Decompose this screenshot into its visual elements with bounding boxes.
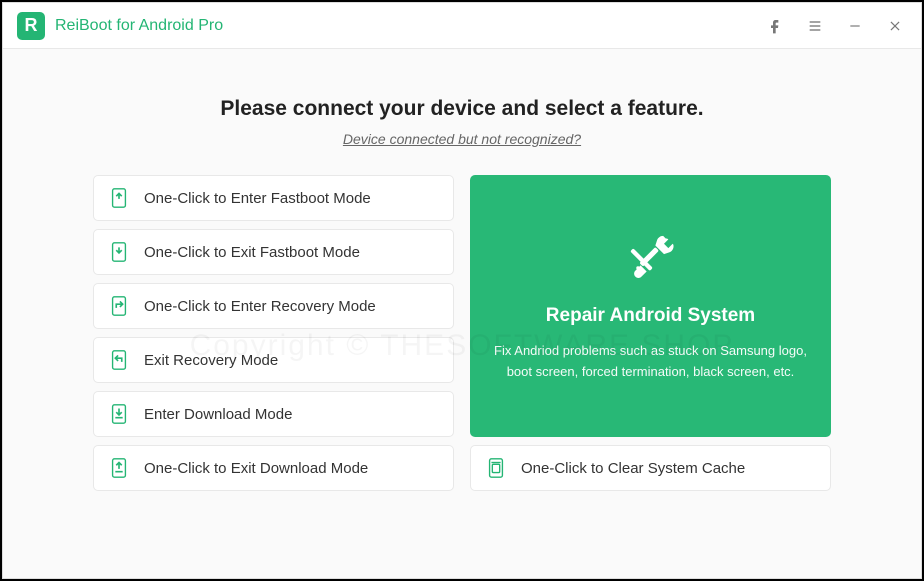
tools-icon [625, 229, 677, 281]
repair-system-card[interactable]: Repair Android System Fix Andriod proble… [470, 175, 831, 437]
button-label: One-Click to Clear System Cache [521, 460, 745, 477]
right-column: Repair Android System Fix Andriod proble… [470, 175, 831, 491]
exit-download-icon [108, 457, 130, 479]
exit-fastboot-icon [108, 241, 130, 263]
button-label: Enter Download Mode [144, 406, 292, 423]
button-label: One-Click to Enter Fastboot Mode [144, 190, 371, 207]
menu-button[interactable] [797, 8, 833, 44]
main-content: Copyright © THESOFTWARE.SHOP Please conn… [3, 49, 921, 578]
facebook-button[interactable] [757, 8, 793, 44]
exit-download-button[interactable]: One-Click to Exit Download Mode [93, 445, 454, 491]
menu-icon [807, 18, 823, 34]
feature-grid: One-Click to Enter Fastboot Mode One-Cli… [93, 175, 831, 491]
titlebar: R ReiBoot for Android Pro [3, 3, 921, 49]
button-label: One-Click to Exit Download Mode [144, 460, 368, 477]
page-heading: Please connect your device and select a … [220, 97, 703, 121]
enter-fastboot-icon [108, 187, 130, 209]
close-icon [888, 19, 902, 33]
facebook-icon [767, 18, 783, 34]
enter-download-button[interactable]: Enter Download Mode [93, 391, 454, 437]
clear-cache-icon [485, 457, 507, 479]
button-label: One-Click to Exit Fastboot Mode [144, 244, 360, 261]
app-title: ReiBoot for Android Pro [55, 17, 223, 35]
enter-recovery-button[interactable]: One-Click to Enter Recovery Mode [93, 283, 454, 329]
enter-download-icon [108, 403, 130, 425]
exit-recovery-icon [108, 349, 130, 371]
titlebar-right [757, 8, 913, 44]
repair-description: Fix Andriod problems such as stuck on Sa… [494, 341, 807, 383]
repair-title: Repair Android System [546, 305, 755, 327]
button-label: One-Click to Enter Recovery Mode [144, 298, 376, 315]
titlebar-left: R ReiBoot for Android Pro [17, 12, 223, 40]
minimize-icon [848, 19, 862, 33]
left-column: One-Click to Enter Fastboot Mode One-Cli… [93, 175, 454, 491]
logo-letter: R [25, 15, 38, 36]
device-not-recognized-link[interactable]: Device connected but not recognized? [343, 131, 581, 147]
button-label: Exit Recovery Mode [144, 352, 278, 369]
minimize-button[interactable] [837, 8, 873, 44]
enter-recovery-icon [108, 295, 130, 317]
exit-recovery-button[interactable]: Exit Recovery Mode [93, 337, 454, 383]
close-button[interactable] [877, 8, 913, 44]
clear-cache-button[interactable]: One-Click to Clear System Cache [470, 445, 831, 491]
exit-fastboot-button[interactable]: One-Click to Exit Fastboot Mode [93, 229, 454, 275]
app-window: R ReiBoot for Android Pro Copyright © TH… [2, 2, 922, 579]
app-logo: R [17, 12, 45, 40]
enter-fastboot-button[interactable]: One-Click to Enter Fastboot Mode [93, 175, 454, 221]
